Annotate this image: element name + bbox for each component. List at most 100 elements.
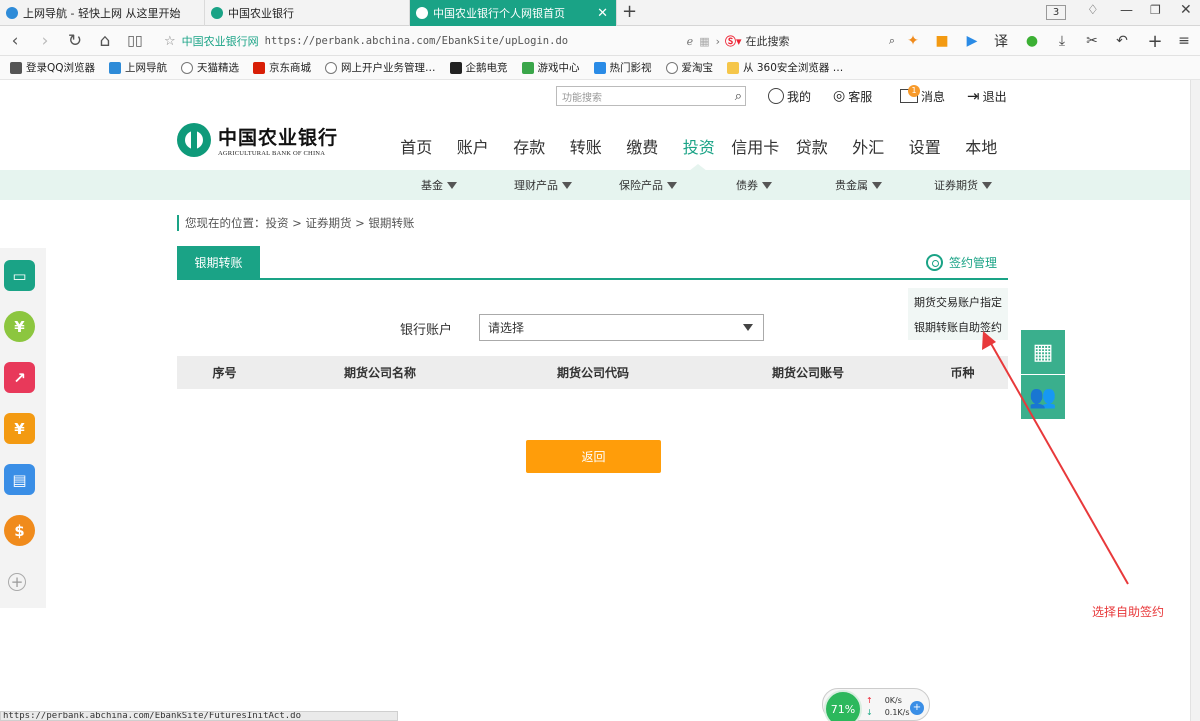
menu-icon[interactable]: ≡ — [1174, 31, 1194, 51]
favorites-shirt-icon[interactable]: ♢ — [1087, 3, 1099, 18]
tab-bank-futures-transfer[interactable]: 银期转账 — [177, 246, 260, 279]
bookmark-item[interactable]: 从 360安全浏览器 … — [727, 60, 843, 75]
dollar-icon[interactable]: $ — [4, 515, 35, 546]
browser-tab-active[interactable]: 中国农业银行个人网银首页 ✕ — [410, 0, 617, 26]
nav-item-settings[interactable]: 设置 — [897, 134, 954, 162]
search-box[interactable]: Ⓢ▾ 在此搜索 ⌕ — [725, 30, 895, 52]
close-window-icon[interactable]: ✕ — [1180, 2, 1192, 18]
subnav-label: 证券期货 — [934, 179, 978, 192]
column-header-company-name: 期货公司名称 — [343, 366, 416, 380]
chart-icon[interactable]: ↗ — [4, 362, 35, 393]
search-engine-icon[interactable]: Ⓢ▾ — [725, 33, 742, 49]
nav-item-credit-card[interactable]: 信用卡 — [727, 134, 784, 162]
nav-item-forex[interactable]: 外汇 — [840, 134, 897, 162]
wechat-icon[interactable]: ● — [1022, 31, 1042, 51]
abc-logo-icon — [177, 123, 211, 157]
search-icon[interactable]: ⌕ — [735, 89, 742, 104]
boost-icon[interactable]: + — [910, 701, 924, 715]
search-placeholder: 在此搜索 — [745, 35, 790, 48]
messages-link[interactable]: 1 消息 — [900, 85, 945, 106]
users-icon[interactable]: 👥 — [1021, 375, 1065, 419]
qr-code-icon[interactable]: ▦ — [1021, 330, 1065, 374]
mine-label: 我的 — [787, 89, 812, 104]
bookmark-item[interactable]: 热门影视 — [593, 60, 652, 75]
annotation-text: 选择自助签约 — [1092, 605, 1165, 619]
chevron-right-icon[interactable]: › — [716, 35, 720, 48]
yuan-icon[interactable]: ¥ — [4, 311, 35, 342]
bookmark-item[interactable]: 网上开户业务管理… — [325, 60, 436, 75]
bank-account-select[interactable]: 请选择 — [479, 314, 764, 341]
refresh-icon[interactable]: ↻ — [62, 26, 88, 56]
forward-icon[interactable]: › — [32, 26, 58, 56]
grid-icon[interactable]: ▦ — [699, 35, 709, 48]
reader-icon[interactable]: ▯▯ — [122, 26, 148, 56]
card-icon[interactable]: ▭ — [4, 260, 35, 291]
bookmark-item[interactable]: 企鹅电竞 — [449, 60, 508, 75]
nav-item-payment[interactable]: 缴费 — [614, 134, 671, 162]
nav-item-deposit[interactable]: 存款 — [501, 134, 558, 162]
bookmark-item[interactable]: 登录QQ浏览器 — [10, 60, 95, 75]
download-icon[interactable]: ⤓ — [1052, 31, 1072, 51]
bank-account-value: 请选择 — [488, 321, 525, 335]
service-link[interactable]: ◎ 客服 — [833, 86, 872, 106]
add-icon[interactable]: + — [1145, 31, 1165, 52]
sign-management-label: 签约管理 — [949, 255, 998, 270]
undo-icon[interactable]: ↶ — [1112, 31, 1132, 51]
sign-management-button[interactable]: 签约管理 — [926, 252, 997, 272]
bookmark-item[interactable]: 游戏中心 — [521, 60, 580, 75]
coins-icon[interactable]: ¥ — [4, 413, 35, 444]
subnav-item-metal[interactable]: 贵金属 — [835, 170, 882, 200]
video-icon[interactable]: ■ — [932, 31, 952, 51]
logout-link[interactable]: ⇥ 退出 — [967, 86, 1007, 106]
caret-down-icon — [982, 181, 992, 189]
restore-icon[interactable]: ❐ — [1150, 3, 1161, 17]
nav-item-home[interactable]: 首页 — [388, 134, 445, 162]
bookmark-item[interactable]: 天猫精选 — [181, 60, 239, 75]
browser-tab[interactable]: 上网导航 - 轻快上网 从这里开始 — [0, 0, 205, 26]
download-speed-value: 0.1K/s — [884, 708, 910, 717]
cut-icon[interactable]: ✂ — [1082, 31, 1102, 51]
caret-down-icon — [743, 324, 753, 331]
function-search-input[interactable]: 功能搜索 ⌕ — [556, 86, 746, 106]
logo-english-name: AGRICULTURAL BANK OF CHINA — [218, 150, 326, 157]
scrollbar[interactable] — [1190, 80, 1200, 721]
nav-item-invest[interactable]: 投资 — [671, 134, 728, 162]
bookmark-label: 企鹅电竞 — [465, 62, 508, 74]
bookmark-item[interactable]: 上网导航 — [109, 60, 167, 75]
play-icon[interactable]: ▶ — [962, 31, 982, 51]
home-icon[interactable]: ⌂ — [92, 26, 118, 56]
tab-counter[interactable]: 3 — [1046, 5, 1066, 20]
subnav-item-wealth[interactable]: 理财产品 — [514, 170, 572, 200]
back-button[interactable]: 返回 — [526, 440, 661, 473]
bill-icon[interactable]: ▤ — [4, 464, 35, 495]
menu-item-designate-account[interactable]: 期货交易账户指定 — [908, 290, 1008, 314]
nav-item-account[interactable]: 账户 — [445, 134, 502, 162]
bookmark-item[interactable]: 爱淘宝 — [665, 60, 713, 75]
subnav-item-bond[interactable]: 债券 — [736, 170, 772, 200]
close-tab-icon[interactable]: ✕ — [597, 6, 608, 21]
translate-icon[interactable]: 译 — [991, 31, 1011, 51]
subnav-item-fund[interactable]: 基金 — [421, 170, 457, 200]
browser-tab[interactable]: 中国农业银行 — [205, 0, 410, 26]
url-field[interactable]: ☆ 中国农业银行网 https://perbank.abchina.com/Eb… — [164, 30, 720, 52]
ie-mode-icon[interactable]: ℯ — [687, 35, 694, 48]
search-icon[interactable]: ⌕ — [889, 34, 895, 48]
nav-item-transfer[interactable]: 转账 — [558, 134, 615, 162]
status-bar: https://perbank.abchina.com/EbankSite/Fu… — [0, 711, 398, 721]
bookmark-item[interactable]: 京东商城 — [253, 60, 311, 75]
abc-logo[interactable]: 中国农业银行 AGRICULTURAL BANK OF CHINA — [177, 120, 352, 160]
content-tab-row — [177, 246, 1008, 280]
upload-speed: ↑ 0K/s — [866, 696, 902, 705]
mine-link[interactable]: 我的 — [768, 86, 811, 106]
nav-item-local[interactable]: 本地 — [953, 134, 1010, 162]
subnav-item-insurance[interactable]: 保险产品 — [619, 170, 677, 200]
minimize-icon[interactable]: — — [1120, 3, 1133, 18]
back-icon[interactable]: ‹ — [2, 26, 28, 56]
game-icon[interactable]: ✦ — [903, 31, 923, 51]
new-tab-icon[interactable]: + — [622, 1, 637, 22]
star-icon[interactable]: ☆ — [164, 34, 176, 49]
subnav-item-securities[interactable]: 证券期货 — [934, 170, 992, 200]
nav-item-loan[interactable]: 贷款 — [784, 134, 841, 162]
menu-item-self-sign[interactable]: 银期转账自助签约 — [908, 315, 1008, 339]
add-shortcut-icon[interactable]: + — [8, 573, 26, 591]
